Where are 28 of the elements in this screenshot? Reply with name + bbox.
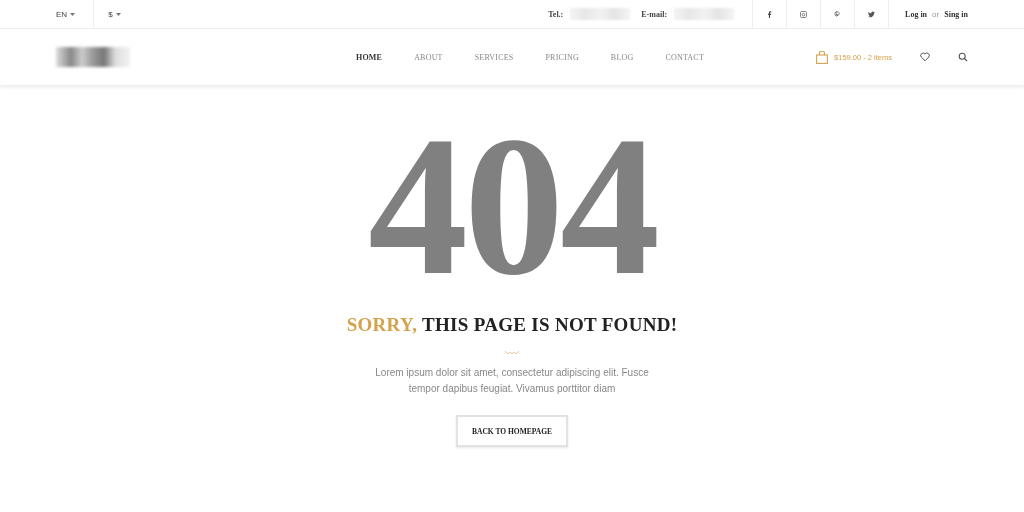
nav-link[interactable]: HOME (340, 52, 399, 62)
blurred-email (674, 8, 735, 20)
nav-link[interactable]: ABOUT (398, 52, 459, 62)
error-message: Lorem ipsum dolor sit amet, consectetur adipiscing elit. Fusce tempor dapibus feugiat. Vivamus porttitor diam (374, 366, 650, 396)
error-heading: SORRY, THIS PAGE IS NOT FOUND! (346, 314, 678, 336)
blurred-phone (570, 8, 631, 20)
nav-link[interactable]: SERVICES (458, 52, 530, 62)
twitter-icon[interactable] (868, 10, 876, 18)
login-link[interactable]: Log in (905, 9, 928, 19)
facebook-icon[interactable] (766, 10, 774, 18)
language-selector[interactable]: EN (56, 0, 95, 28)
caret-icon (115, 12, 121, 16)
signin-link[interactable]: Sing in (944, 9, 968, 19)
tel-label: Tel.: (548, 9, 564, 19)
heart-icon[interactable] (920, 52, 930, 62)
ornament-icon (504, 350, 520, 355)
email-label: E-mail: (641, 9, 668, 19)
blurred-logo[interactable] (56, 47, 130, 67)
nav-link[interactable]: CONTACT (649, 52, 720, 62)
shopping-bag-icon (816, 50, 829, 64)
nav-link[interactable]: PRICING (529, 52, 595, 62)
or-text: or (932, 9, 940, 19)
nav-link[interactable]: BLOG (594, 52, 650, 62)
error-code: 404 (368, 106, 656, 306)
currency-selector[interactable]: $ (94, 0, 121, 28)
search-icon[interactable] (958, 52, 968, 62)
caret-icon (70, 12, 76, 16)
instagram-icon[interactable] (800, 10, 808, 18)
